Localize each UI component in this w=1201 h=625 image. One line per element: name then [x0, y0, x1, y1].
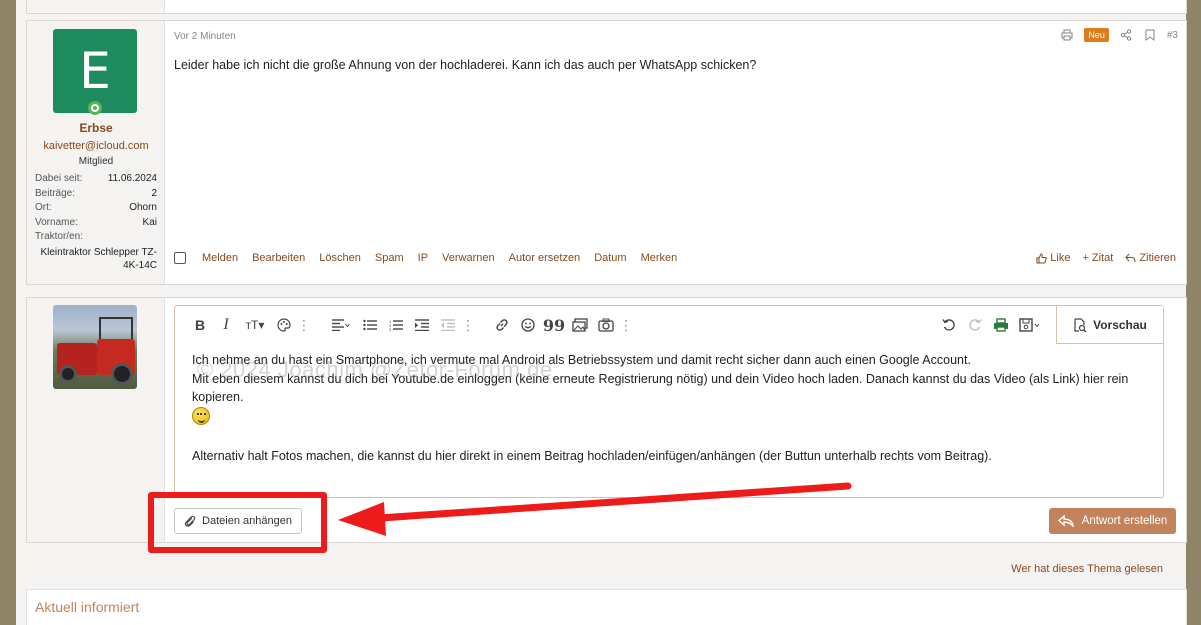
annotation-arrow	[338, 482, 852, 536]
